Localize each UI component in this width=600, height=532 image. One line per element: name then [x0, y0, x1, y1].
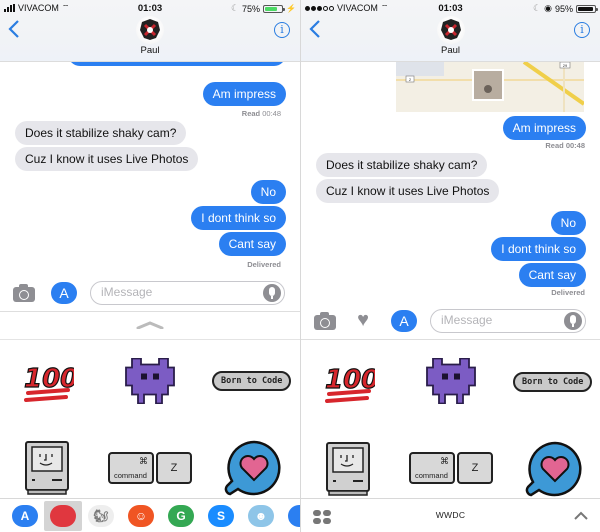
delivered-status: Delivered [247, 260, 281, 269]
app-icon-app-partial[interactable] [288, 505, 300, 527]
message-bubble-incoming[interactable]: Cuz I know it uses Live Photos [15, 147, 199, 171]
app-icon-emoji-stickers[interactable]: ☻ [248, 505, 274, 527]
expand-chevron-icon[interactable] [574, 511, 588, 521]
contact-avatar[interactable] [436, 16, 465, 44]
message-bubble-outgoing[interactable]: No [550, 211, 586, 235]
delivered-status: Delivered [551, 288, 585, 297]
left-screen: VIVACOM ⌔ 01:03 ☾ 75% ⚡ Paul i stream Am… [0, 0, 300, 532]
sticker-born-to-code[interactable]: Born to Code [212, 371, 292, 391]
sticker-command-key[interactable]: ⌘ command [409, 452, 455, 484]
sticker-pixel-alien[interactable] [424, 358, 478, 404]
sticker-browser: 100 Born to Code ⌘ command Z [301, 340, 600, 498]
app-icon-shazam[interactable]: S [208, 505, 234, 527]
message-input-field[interactable] [430, 309, 591, 333]
compose-bar: A [0, 276, 300, 312]
sticker-z-key[interactable]: Z [156, 452, 192, 484]
sticker-z-key[interactable]: Z [457, 452, 493, 484]
read-receipt: Read 00:48 [241, 109, 281, 118]
sticker-hundred-points[interactable]: 100 [323, 358, 375, 406]
message-input-field[interactable] [90, 281, 285, 305]
read-receipt: Read 00:48 [545, 141, 585, 150]
message-input[interactable] [101, 285, 251, 299]
app-icon-apple-music-stickers[interactable] [50, 505, 76, 527]
chevron-up-icon[interactable] [136, 321, 164, 329]
status-bar: VIVACOM ⌔ 01:03 ☾ 75% ⚡ [0, 2, 300, 16]
app-drawer: A 🐿 ☺ G S ☻ [0, 498, 300, 532]
microphone-icon[interactable] [263, 284, 281, 302]
back-button[interactable] [309, 20, 321, 42]
sticker-pack-bar: WWDC [301, 498, 600, 532]
sticker-command-key[interactable]: ⌘ command [108, 452, 154, 484]
battery-icon [263, 4, 286, 13]
contact-name[interactable]: Paul [0, 45, 300, 56]
microphone-icon[interactable] [564, 312, 582, 330]
screenshot-pair: VIVACOM ⌔ 01:03 ☾ 75% ⚡ Paul i stream Am… [0, 0, 600, 532]
info-button[interactable]: i [574, 22, 590, 38]
info-button[interactable]: i [274, 22, 290, 38]
status-bar: VIVACOM ⌔ 01:03 ☾ ◉ 95% [301, 2, 600, 16]
message-bubble-incoming[interactable]: Does it stabilize shaky cam? [316, 153, 488, 177]
sticker-hundred-points[interactable]: 100 [22, 357, 74, 405]
battery-percent: 75% [242, 3, 261, 14]
sticker-pixel-alien[interactable] [123, 358, 177, 404]
app-icon-google-maps[interactable]: G [168, 505, 194, 527]
battery-icon [576, 4, 598, 13]
contact-avatar[interactable] [136, 16, 164, 44]
sticker-classic-mac[interactable] [24, 440, 70, 496]
sticker-heart-bubble[interactable] [525, 439, 585, 499]
charging-bolt-icon: ⚡ [286, 4, 296, 13]
nav-bar: VIVACOM ⌔ 01:03 ☾ 75% ⚡ Paul i [0, 0, 300, 62]
sticker-classic-mac[interactable] [325, 441, 371, 497]
app-icon-squirrel-stickers[interactable]: 🐿 [88, 505, 114, 527]
battery-percent: 95% [554, 3, 573, 14]
moon-icon: ☾ [230, 3, 240, 13]
message-bubble-outgoing[interactable]: Am impress [202, 82, 286, 106]
divider [0, 339, 300, 340]
sticker-born-to-code[interactable]: Born to Code [513, 372, 593, 392]
app-icon-reddit[interactable]: ☺ [128, 505, 154, 527]
digital-touch-icon[interactable]: ♥ [352, 310, 374, 330]
map-attachment[interactable]: 2 29 [396, 62, 584, 112]
camera-icon[interactable] [314, 312, 336, 330]
svg-text:29: 29 [563, 63, 568, 68]
sticker-pack-title: WWDC [435, 510, 466, 520]
message-bubble-incoming[interactable]: Does it stabilize shaky cam? [15, 121, 187, 145]
message-bubble-outgoing[interactable]: Cant say [518, 263, 586, 287]
nav-bar: VIVACOM ⌔ 01:03 ☾ ◉ 95% Paul i [301, 0, 600, 62]
back-button[interactable] [8, 20, 20, 42]
message-bubble-incoming[interactable]: Cuz I know it uses Live Photos [316, 179, 500, 203]
camera-icon[interactable] [13, 284, 35, 302]
message-bubble-outgoing[interactable]: I dont think so [191, 206, 286, 230]
message-bubble-outgoing[interactable]: No [250, 180, 286, 204]
sticker-heart-bubble[interactable] [224, 438, 284, 498]
contact-name[interactable]: Paul [301, 45, 600, 56]
message-bubble-outgoing[interactable]: Am impress [502, 116, 586, 140]
app-store-icon[interactable]: A [51, 282, 77, 304]
rotation-lock-icon: ◉ [544, 3, 552, 13]
app-store-icon[interactable]: A [391, 310, 417, 332]
right-screen: VIVACOM ⌔ 01:03 ☾ ◉ 95% Paul i 2 29 Am i… [301, 0, 600, 532]
message-bubble-outgoing[interactable]: I dont think so [491, 237, 586, 261]
sticker-browser: 100 Born to Code ⌘ command Z [0, 312, 300, 498]
app-icon-app-store[interactable]: A [12, 505, 38, 527]
compose-bar: ♥ A [301, 304, 600, 340]
moon-icon: ☾ [533, 3, 542, 13]
message-bubble-outgoing[interactable]: Cant say [218, 232, 286, 256]
